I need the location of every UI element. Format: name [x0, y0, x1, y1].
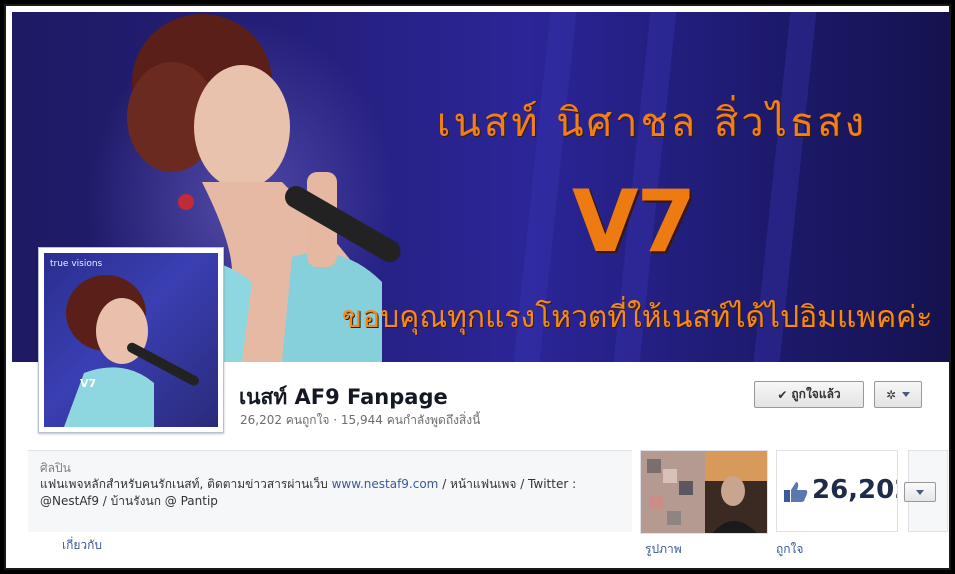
liked-button-label: ถูกใจแล้ว — [791, 387, 841, 401]
likes-count: 26,202 — [812, 475, 897, 505]
profile-picture-image: true visions V7 — [44, 253, 218, 427]
profile-badge: V7 — [80, 377, 97, 390]
page-stats: 26,202 คนถูกใจ · 15,944 คนกำลังพูดถึงสิ่… — [240, 413, 481, 427]
photos-tile[interactable] — [640, 450, 768, 534]
settings-dropdown-button[interactable]: ✲ — [874, 381, 922, 408]
check-icon: ✔ — [777, 387, 788, 402]
gear-icon: ✲ — [885, 387, 897, 402]
liked-button[interactable]: ✔ ถูกใจแล้ว — [754, 381, 864, 408]
likes-label[interactable]: ถูกใจ — [776, 540, 803, 559]
cover-subtitle: ขอบคุณทุกแรงโหวตที่ให้เนสท์ได้ไปอิมแพคค่… — [341, 300, 933, 335]
chevron-down-icon — [916, 489, 924, 495]
website-link[interactable]: www.nestaf9.com — [332, 477, 439, 491]
chevron-down-icon — [902, 392, 911, 397]
photos-thumbnail — [641, 451, 767, 533]
cover-badge: V7 — [572, 172, 696, 272]
about-section: ศิลปิน แฟนเพจหลักสำหรับคนรักเนสท์, ติดตา… — [28, 450, 632, 532]
page-frame: เนสท์ นิศาชล สิ่วไธสง V7 ขอบคุณทุกแรงโหว… — [4, 4, 951, 570]
photos-label[interactable]: รูปภาพ — [645, 540, 682, 559]
about-link[interactable]: เกี่ยวกับ — [62, 536, 102, 555]
cover-title: เนสท์ นิศาชล สิ่วไธสง — [436, 100, 868, 146]
more-apps-button[interactable] — [904, 482, 936, 502]
description-text: แฟนเพจหลักสำหรับคนรักเนสท์, ติดตามข่าวสา… — [40, 477, 332, 491]
profile-picture[interactable]: true visions V7 — [38, 247, 224, 433]
likes-tile[interactable]: 26,202 — [776, 450, 898, 532]
page-title[interactable]: เนสท์ AF9 Fanpage — [239, 381, 448, 414]
page-description: แฟนเพจหลักสำหรับคนรักเนสท์, ติดตามข่าวสา… — [40, 476, 630, 510]
thumbs-up-icon — [784, 482, 808, 502]
profile-singer-illustration — [64, 275, 199, 427]
